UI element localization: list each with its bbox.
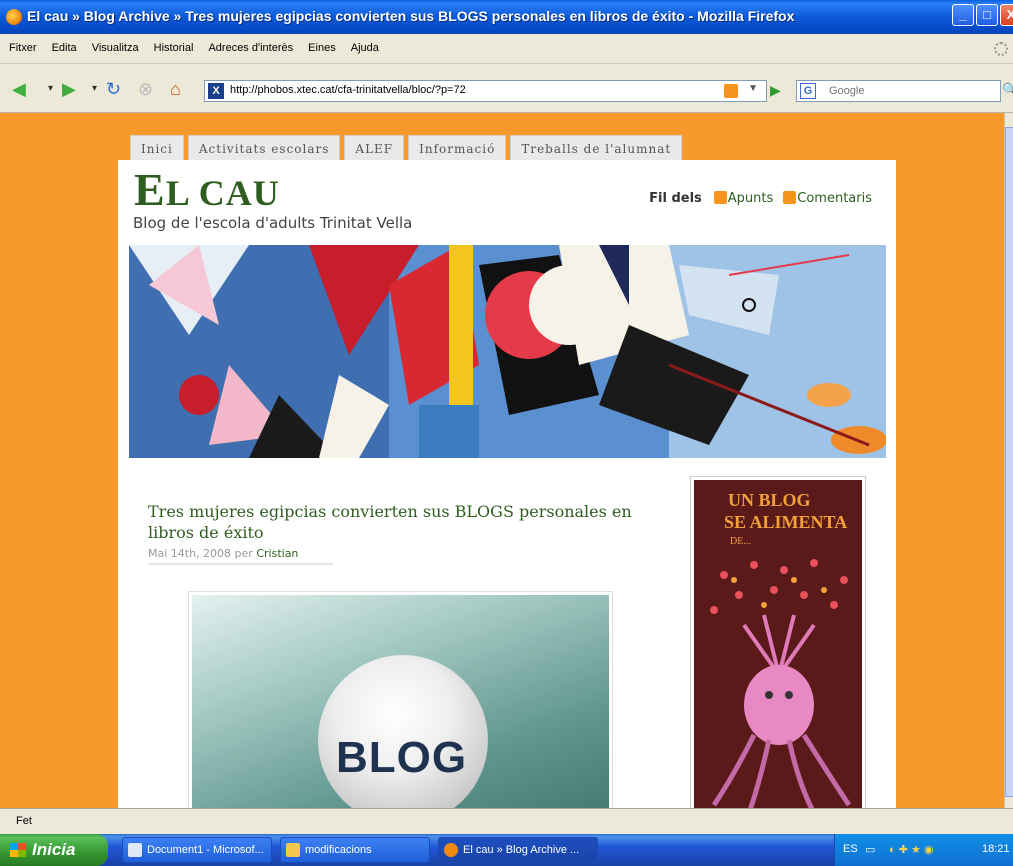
firefox-icon <box>444 843 458 857</box>
banner-line-2: SE ALIMENTA <box>724 512 848 532</box>
search-input[interactable] <box>829 83 989 99</box>
menu-fitxer[interactable]: Fitxer <box>6 42 40 54</box>
tab-inici[interactable]: Inici <box>130 135 184 161</box>
post-author[interactable]: Cristian <box>256 547 298 560</box>
post-date: Mai 14th, 2008 per <box>148 547 257 560</box>
back-icon[interactable]: ◀ <box>12 78 26 100</box>
banner-line-1: UN BLOG <box>728 490 811 510</box>
rss-icon <box>783 191 797 204</box>
reload-icon[interactable]: ↻ <box>106 78 121 100</box>
menu-eines[interactable]: Eines <box>305 42 339 54</box>
tab-activitats[interactable]: Activitats escolars <box>187 135 341 161</box>
title-bar: El cau » Blog Archive » Tres mujeres egi… <box>0 0 1013 34</box>
page-viewport: Inici Activitats escolars ALEF Informaci… <box>0 113 1004 808</box>
home-icon[interactable]: ⌂ <box>170 78 181 100</box>
tray-icons[interactable]: ◐ ✚ ★ ◉ <box>889 843 934 856</box>
post-image-text: BLOG <box>336 733 468 782</box>
back-dropdown-icon[interactable]: ▾ <box>48 78 53 100</box>
tab-alef[interactable]: ALEF <box>344 135 405 161</box>
golf-ball-image: BLOG <box>318 655 488 808</box>
close-button[interactable]: X <box>1000 4 1013 26</box>
forward-dropdown-icon[interactable]: ▾ <box>92 78 97 100</box>
rss-icon <box>713 191 727 204</box>
go-icon[interactable]: ▶ <box>770 82 781 99</box>
taskbar-word[interactable]: Document1 - Microsof... <box>122 837 272 863</box>
blog-page: EL CAU Blog de l'escola d'adults Trinita… <box>118 160 896 808</box>
site-favicon-icon: X <box>208 83 224 99</box>
tab-treballs[interactable]: Treballs de l'alumnat <box>510 135 683 161</box>
minimize-button[interactable]: _ <box>952 4 974 26</box>
navigation-toolbar: ◀ ▾ ▶ ▾ ↻ ⊗ ⌂ X http://phobos.xtec.cat/c… <box>0 64 1013 113</box>
site-title[interactable]: EL CAU <box>134 167 280 214</box>
vertical-scrollbar[interactable] <box>1004 113 1013 808</box>
menu-historial[interactable]: Historial <box>151 42 197 54</box>
menu-adreces[interactable]: Adreces d'interès <box>205 42 296 54</box>
stop-icon[interactable]: ⊗ <box>138 78 153 100</box>
system-tray: ES ▭ ◐ ✚ ★ ◉ 18:21 <box>834 834 1013 866</box>
feed-comments-link[interactable]: Comentaris <box>797 191 872 206</box>
address-bar[interactable]: X http://phobos.xtec.cat/cfa-trinitatvel… <box>204 80 767 102</box>
clock[interactable]: 18:21 <box>982 843 1010 855</box>
firefox-icon <box>6 9 22 25</box>
status-text: Fet <box>16 815 32 827</box>
post-meta: Mai 14th, 2008 per Cristian <box>148 547 298 560</box>
post-title[interactable]: Tres mujeres egipcias convierten sus BLO… <box>148 501 668 543</box>
taskbar-folder[interactable]: modificacions <box>280 837 430 863</box>
banner-line-3: DE... <box>730 536 751 547</box>
word-icon <box>128 843 142 857</box>
site-tagline: Blog de l'escola d'adults Trinitat Vella <box>133 214 413 232</box>
tab-informacio[interactable]: Informació <box>408 135 507 161</box>
window-title: El cau » Blog Archive » Tres mujeres egi… <box>27 8 795 24</box>
site-tabs: Inici Activitats escolars ALEF Informaci… <box>130 135 686 161</box>
keyboard-icon[interactable]: ▭ <box>865 843 875 856</box>
folder-icon <box>286 843 300 857</box>
menu-edita[interactable]: Edita <box>49 42 80 54</box>
feeds-label: Fil dels <box>649 191 702 206</box>
rss-icon[interactable] <box>724 84 738 98</box>
throbber-icon <box>994 42 1008 56</box>
status-bar: Fet <box>0 808 1013 834</box>
feed-posts-link[interactable]: Apunts <box>728 191 774 206</box>
google-icon[interactable]: G <box>800 83 816 99</box>
url-text[interactable]: http://phobos.xtec.cat/cfa-trinitatvella… <box>230 84 466 96</box>
start-button[interactable]: Inicia <box>0 834 108 866</box>
language-indicator[interactable]: ES <box>843 843 858 855</box>
maximize-button[interactable]: □ <box>976 4 998 26</box>
search-box[interactable]: G <box>796 80 1001 102</box>
menu-bar: Fitxer Edita Visualitza Historial Adrece… <box>0 34 1013 64</box>
firefox-window: El cau » Blog Archive » Tres mujeres egi… <box>0 0 1013 866</box>
search-icon[interactable]: 🔍 <box>1002 82 1013 98</box>
forward-icon[interactable]: ▶ <box>62 78 76 100</box>
taskbar: Inicia Document1 - Microsof... modificac… <box>0 834 1013 866</box>
scroll-thumb[interactable] <box>1005 127 1013 797</box>
header-artwork <box>129 245 886 458</box>
post-image: BLOG <box>188 591 613 808</box>
feeds: Fil dels Apunts Comentaris <box>649 191 882 206</box>
menu-visualitza[interactable]: Visualitza <box>89 42 142 54</box>
windows-logo-icon <box>10 843 26 857</box>
divider <box>148 563 333 566</box>
menu-ajuda[interactable]: Ajuda <box>348 42 382 54</box>
taskbar-firefox[interactable]: El cau » Blog Archive ... <box>438 837 598 863</box>
url-dropdown-icon[interactable]: ▼ <box>748 83 758 94</box>
sidebar-banner[interactable]: UN BLOG SE ALIMENTA DE... <box>690 476 866 808</box>
